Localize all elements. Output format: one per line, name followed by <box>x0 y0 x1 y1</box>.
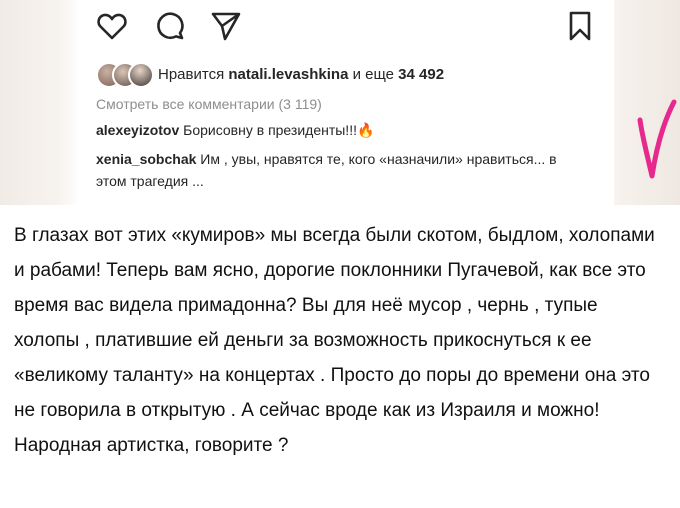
heart-icon[interactable] <box>96 10 128 42</box>
post-action-bar <box>96 10 596 46</box>
share-icon[interactable] <box>210 10 242 42</box>
pink-checkmark-icon <box>637 99 677 179</box>
instagram-screenshot: Нравится natali.levashkina и еще 34 492 … <box>0 0 680 205</box>
comment-text: Борисовну в президенты!!! <box>179 122 357 138</box>
comment-username[interactable]: xenia_sobchak <box>96 151 196 167</box>
comment-username[interactable]: alexeyizotov <box>96 122 179 138</box>
avatar <box>128 62 154 88</box>
article-body: В глазах вот этих «кумиров» мы всегда бы… <box>14 218 666 463</box>
view-all-comments-link[interactable]: Смотреть все комментарии (3 119) <box>96 96 322 112</box>
article-paragraph: В глазах вот этих «кумиров» мы всегда бы… <box>14 225 655 456</box>
likes-row: Нравится natali.levashkina и еще 34 492 <box>96 60 444 88</box>
instagram-post-panel: Нравится natali.levashkina и еще 34 492 … <box>78 0 677 205</box>
likes-count: 34 492 <box>398 65 445 83</box>
fire-emoji-icon: 🔥 <box>356 122 375 138</box>
comment-item: xenia_sobchak Им , увы, нравятся те, ког… <box>96 148 566 192</box>
likes-summary[interactable]: Нравится natali.levashkina и еще 34 492 <box>158 66 444 83</box>
bookmark-icon[interactable] <box>564 10 596 42</box>
liker-username[interactable]: natali.levashkina <box>228 66 348 83</box>
comment-item: alexeyizotov Борисовну в президенты!!!🔥 <box>96 119 566 141</box>
comment-icon[interactable] <box>154 10 186 42</box>
liker-avatars[interactable] <box>96 62 158 88</box>
